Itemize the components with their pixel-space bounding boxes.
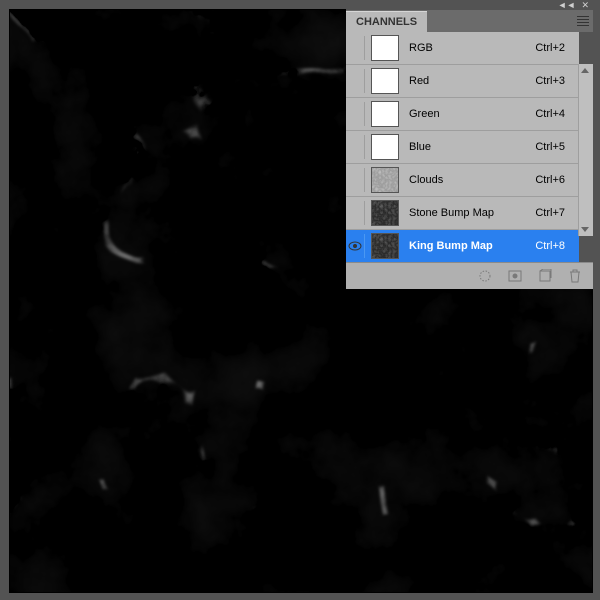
app-window: ◄◄ ✕ CHANNELS RGB Ctrl+2 Red Ctrl+3 Green Ctr… xyxy=(0,0,600,600)
visibility-toggle[interactable] xyxy=(346,102,365,126)
panel-tabbar: CHANNELS xyxy=(346,10,593,32)
channel-list: RGB Ctrl+2 Red Ctrl+3 Green Ctrl+4 Blue Ctrl+5 C… xyxy=(346,32,593,262)
load-selection-icon[interactable] xyxy=(477,269,493,283)
visibility-toggle[interactable] xyxy=(346,135,365,159)
channel-name: King Bump Map xyxy=(405,240,529,252)
channels-panel: ◄◄ ✕ CHANNELS RGB Ctrl+2 Red Ctrl+3 Green Ctr… xyxy=(346,0,593,289)
channel-thumbnail xyxy=(371,200,399,226)
channel-name: Green xyxy=(405,108,529,120)
channel-row-green[interactable]: Green Ctrl+4 xyxy=(346,97,579,130)
collapse-icon[interactable]: ◄◄ xyxy=(558,1,576,10)
channel-shortcut: Ctrl+2 xyxy=(535,42,573,54)
visibility-toggle[interactable] xyxy=(346,234,365,258)
channel-name: Clouds xyxy=(405,174,529,186)
channel-shortcut: Ctrl+6 xyxy=(535,174,573,186)
delete-channel-icon[interactable] xyxy=(567,269,583,283)
channel-thumbnail xyxy=(371,68,399,94)
channel-row-rgb[interactable]: RGB Ctrl+2 xyxy=(346,32,579,64)
channel-thumbnail xyxy=(371,167,399,193)
channel-shortcut: Ctrl+7 xyxy=(535,207,573,219)
channel-thumbnail xyxy=(371,134,399,160)
visibility-toggle[interactable] xyxy=(346,168,365,192)
visibility-toggle[interactable] xyxy=(346,201,365,225)
visibility-toggle[interactable] xyxy=(346,36,365,60)
panel-footer xyxy=(346,262,593,289)
scrollbar[interactable] xyxy=(578,64,593,236)
close-icon[interactable]: ✕ xyxy=(581,1,589,10)
new-channel-icon[interactable] xyxy=(537,269,553,283)
channel-row-king-bump-map[interactable]: King Bump Map Ctrl+8 xyxy=(346,229,579,262)
channel-shortcut: Ctrl+4 xyxy=(535,108,573,120)
channel-shortcut: Ctrl+3 xyxy=(535,75,573,87)
channel-name: Blue xyxy=(405,141,529,153)
channel-name: Stone Bump Map xyxy=(405,207,529,219)
channel-row-stone-bump-map[interactable]: Stone Bump Map Ctrl+7 xyxy=(346,196,579,229)
save-selection-icon[interactable] xyxy=(507,269,523,283)
channel-thumbnail xyxy=(371,101,399,127)
channel-row-clouds[interactable]: Clouds Ctrl+6 xyxy=(346,163,579,196)
channel-shortcut: Ctrl+8 xyxy=(535,240,573,252)
channel-thumbnail xyxy=(371,233,399,259)
channel-name: RGB xyxy=(405,42,529,54)
channel-row-blue[interactable]: Blue Ctrl+5 xyxy=(346,130,579,163)
channel-name: Red xyxy=(405,75,529,87)
channel-thumbnail xyxy=(371,35,399,61)
panel-topbar: ◄◄ ✕ xyxy=(346,0,593,10)
panel-menu-icon[interactable] xyxy=(571,16,589,26)
tab-channels[interactable]: CHANNELS xyxy=(346,11,427,32)
channel-shortcut: Ctrl+5 xyxy=(535,141,573,153)
channel-row-red[interactable]: Red Ctrl+3 xyxy=(346,64,579,97)
visibility-toggle[interactable] xyxy=(346,69,365,93)
